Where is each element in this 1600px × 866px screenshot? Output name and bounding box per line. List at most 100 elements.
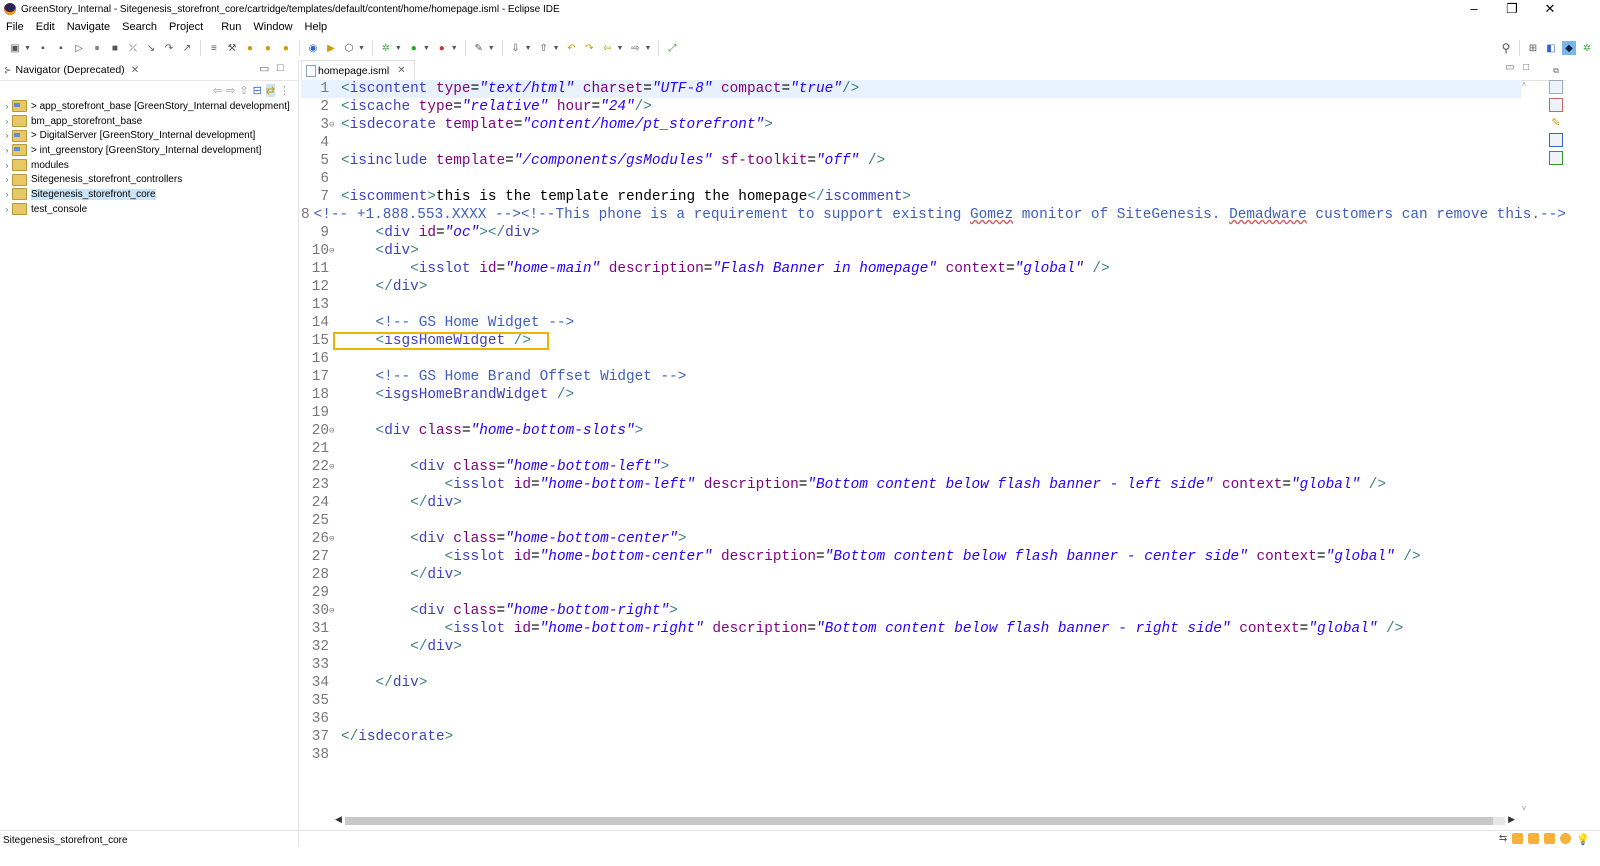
code-line[interactable]: 1 <iscontent type="text/html" charset="UT… bbox=[301, 80, 1521, 98]
previous-edit-icon[interactable]: ⇧ bbox=[537, 41, 551, 55]
code-line[interactable]: 12 </div> bbox=[301, 278, 1521, 296]
open-task-icon[interactable]: ● bbox=[261, 41, 275, 55]
sync-status-icon[interactable]: ⇆ bbox=[1499, 833, 1507, 846]
outline-icon[interactable] bbox=[1549, 80, 1563, 94]
code-line[interactable]: 32 </div> bbox=[301, 638, 1521, 656]
back-dropdown-icon[interactable]: ▼ bbox=[617, 45, 624, 52]
demandware-perspective-icon[interactable]: ◆ bbox=[1562, 41, 1576, 55]
notification-icon[interactable] bbox=[1512, 833, 1524, 844]
close-window-button[interactable]: ✕ bbox=[1532, 0, 1568, 18]
open-perspective-icon[interactable]: ▶ bbox=[324, 41, 338, 55]
minimize-editor-icon[interactable]: ▭ bbox=[1505, 62, 1514, 73]
debug-icon[interactable]: ✲ bbox=[379, 41, 393, 55]
code-line[interactable]: 21 bbox=[301, 440, 1521, 458]
open-perspective-button-icon[interactable]: ⊞ bbox=[1526, 41, 1540, 55]
last-edit-forward-icon[interactable]: ↷ bbox=[583, 41, 597, 55]
code-line[interactable]: 6 bbox=[301, 170, 1521, 188]
save-icon[interactable]: ▪ bbox=[36, 41, 50, 55]
link-with-editor-icon[interactable]: ⇄ bbox=[265, 83, 275, 97]
edit-icon[interactable] bbox=[1544, 833, 1556, 844]
next-edit-dropdown-icon[interactable]: ▼ bbox=[525, 45, 532, 52]
code-line[interactable]: 25 bbox=[301, 512, 1521, 530]
build-icon[interactable]: ⚒ bbox=[225, 41, 239, 55]
expand-icon[interactable]: › bbox=[2, 205, 12, 214]
scroll-right-icon[interactable]: ▶ bbox=[1508, 814, 1515, 825]
scroll-up-icon[interactable]: ˄ bbox=[1518, 80, 1530, 89]
code-line[interactable]: 28 </div> bbox=[301, 566, 1521, 584]
forward-dropdown-icon[interactable]: ▼ bbox=[644, 45, 651, 52]
code-line[interactable]: 5 <isinclude template="/components/gsModu… bbox=[301, 152, 1521, 170]
fold-toggle-icon[interactable]: ⊖ bbox=[329, 422, 337, 440]
code-line[interactable]: 20 ⊖ <div class="home-bottom-slots"> bbox=[301, 422, 1521, 440]
code-editor[interactable]: 1 <iscontent type="text/html" charset="UT… bbox=[301, 80, 1566, 764]
external-tools-icon[interactable]: ● bbox=[435, 41, 449, 55]
code-line[interactable]: 38 bbox=[301, 746, 1521, 764]
tree-item-test-console[interactable]: › test_console bbox=[2, 202, 298, 217]
code-line[interactable]: 19 bbox=[301, 404, 1521, 422]
code-line[interactable]: 14 <!-- GS Home Widget --> bbox=[301, 314, 1521, 332]
annotation-dropdown-icon[interactable]: ▼ bbox=[488, 45, 495, 52]
code-line[interactable]: 3 ⊖ <isdecorate template="content/home/pt_… bbox=[301, 116, 1521, 134]
tips-icon[interactable] bbox=[1528, 833, 1540, 844]
code-line[interactable]: 23 <isslot id="home-bottom-left" descrip… bbox=[301, 476, 1521, 494]
navigator-tab[interactable]: ⊱ Navigator (Deprecated) ✕ bbox=[0, 64, 143, 76]
tree-item-digitalserver[interactable]: › > DigitalServer [GreenStory_Internal de… bbox=[2, 128, 298, 143]
step-over-icon[interactable]: ↷ bbox=[162, 41, 176, 55]
server-dropdown-icon[interactable]: ▼ bbox=[358, 45, 365, 52]
next-annotation-icon[interactable]: ✎ bbox=[472, 41, 486, 55]
properties-icon[interactable] bbox=[1549, 98, 1563, 112]
view-menu-icon[interactable]: ⋮ bbox=[279, 84, 290, 97]
web-browser-icon[interactable]: ◉ bbox=[306, 41, 320, 55]
tasks-icon[interactable]: ✎ bbox=[1551, 116, 1560, 129]
new-dropdown-icon[interactable]: ▼ bbox=[24, 45, 31, 52]
menu-project[interactable]: Project bbox=[163, 21, 209, 33]
code-line[interactable]: 8 <!-- +1.888.553.XXXX --><!--This phone … bbox=[301, 206, 1566, 224]
restore-button[interactable]: ❐ bbox=[1494, 0, 1530, 18]
code-line[interactable]: 37 </isdecorate> bbox=[301, 728, 1521, 746]
lightbulb-icon[interactable]: 💡 bbox=[1576, 833, 1590, 846]
expand-icon[interactable]: › bbox=[2, 190, 12, 199]
java-perspective-icon[interactable]: ◧ bbox=[1544, 41, 1558, 55]
run-icon[interactable]: ● bbox=[407, 41, 421, 55]
menu-run[interactable]: Run bbox=[215, 21, 247, 33]
expand-icon[interactable]: › bbox=[2, 161, 12, 170]
fold-toggle-icon[interactable]: ⊖ bbox=[329, 116, 337, 134]
back-icon[interactable]: ⇦ bbox=[601, 41, 615, 55]
tree-item-int-greenstory[interactable]: › > int_greenstory [GreenStory_Internal d… bbox=[2, 143, 298, 158]
next-edit-icon[interactable]: ⇩ bbox=[509, 41, 523, 55]
step-return-icon[interactable]: ↗ bbox=[180, 41, 194, 55]
horizontal-scrollbar[interactable]: ◀ ▶ bbox=[333, 814, 1517, 828]
tree-item-app-storefront-base[interactable]: › > app_storefront_base [GreenStory_Inter… bbox=[2, 99, 298, 114]
code-line[interactable]: 31 <isslot id="home-bottom-right" descri… bbox=[301, 620, 1521, 638]
forward-icon[interactable]: ⇨ bbox=[628, 41, 642, 55]
tree-item-sitegenesis-controllers[interactable]: › Sitegenesis_storefront_controllers bbox=[2, 172, 298, 187]
pin-editor-icon[interactable]: ⤢ bbox=[665, 41, 679, 55]
code-line[interactable]: 26 ⊖ <div class="home-bottom-center"> bbox=[301, 530, 1521, 548]
up-nav-icon[interactable]: ⇧ bbox=[239, 84, 248, 97]
code-line[interactable]: 29 bbox=[301, 584, 1521, 602]
fold-toggle-icon[interactable]: ⊖ bbox=[329, 242, 337, 260]
code-line[interactable]: 9 <div id="oc"></div> bbox=[301, 224, 1521, 242]
save-all-icon[interactable]: ▪ bbox=[54, 41, 68, 55]
debug-dropdown-icon[interactable]: ▼ bbox=[395, 45, 402, 52]
menu-search[interactable]: Search bbox=[116, 21, 163, 33]
use-step-filters-icon[interactable]: ≡ bbox=[207, 41, 221, 55]
fold-toggle-icon[interactable]: ⊖ bbox=[329, 458, 337, 476]
code-line[interactable]: 11 <isslot id="home-main" description="F… bbox=[301, 260, 1521, 278]
code-line[interactable]: 7 <iscomment>this is the template renderi… bbox=[301, 188, 1521, 206]
maximize-editor-icon[interactable]: □ bbox=[1523, 62, 1529, 73]
open-type-icon[interactable]: ● bbox=[243, 41, 257, 55]
code-line[interactable]: 27 <isslot id="home-bottom-center" descr… bbox=[301, 548, 1521, 566]
code-line[interactable]: 33 bbox=[301, 656, 1521, 674]
run-dropdown-icon[interactable]: ▼ bbox=[423, 45, 430, 52]
expand-icon[interactable]: › bbox=[2, 102, 12, 111]
forward-nav-icon[interactable]: ⇨ bbox=[226, 84, 235, 97]
close-editor-icon[interactable]: ✕ bbox=[397, 65, 405, 76]
code-line[interactable]: 16 bbox=[301, 350, 1521, 368]
expand-icon[interactable]: › bbox=[2, 117, 12, 126]
scroll-thumb[interactable] bbox=[345, 817, 1493, 825]
scroll-left-icon[interactable]: ◀ bbox=[335, 814, 342, 825]
maximize-view-icon[interactable]: □ bbox=[277, 62, 284, 74]
minimize-button[interactable]: – bbox=[1456, 0, 1492, 18]
code-line[interactable]: 24 </div> bbox=[301, 494, 1521, 512]
